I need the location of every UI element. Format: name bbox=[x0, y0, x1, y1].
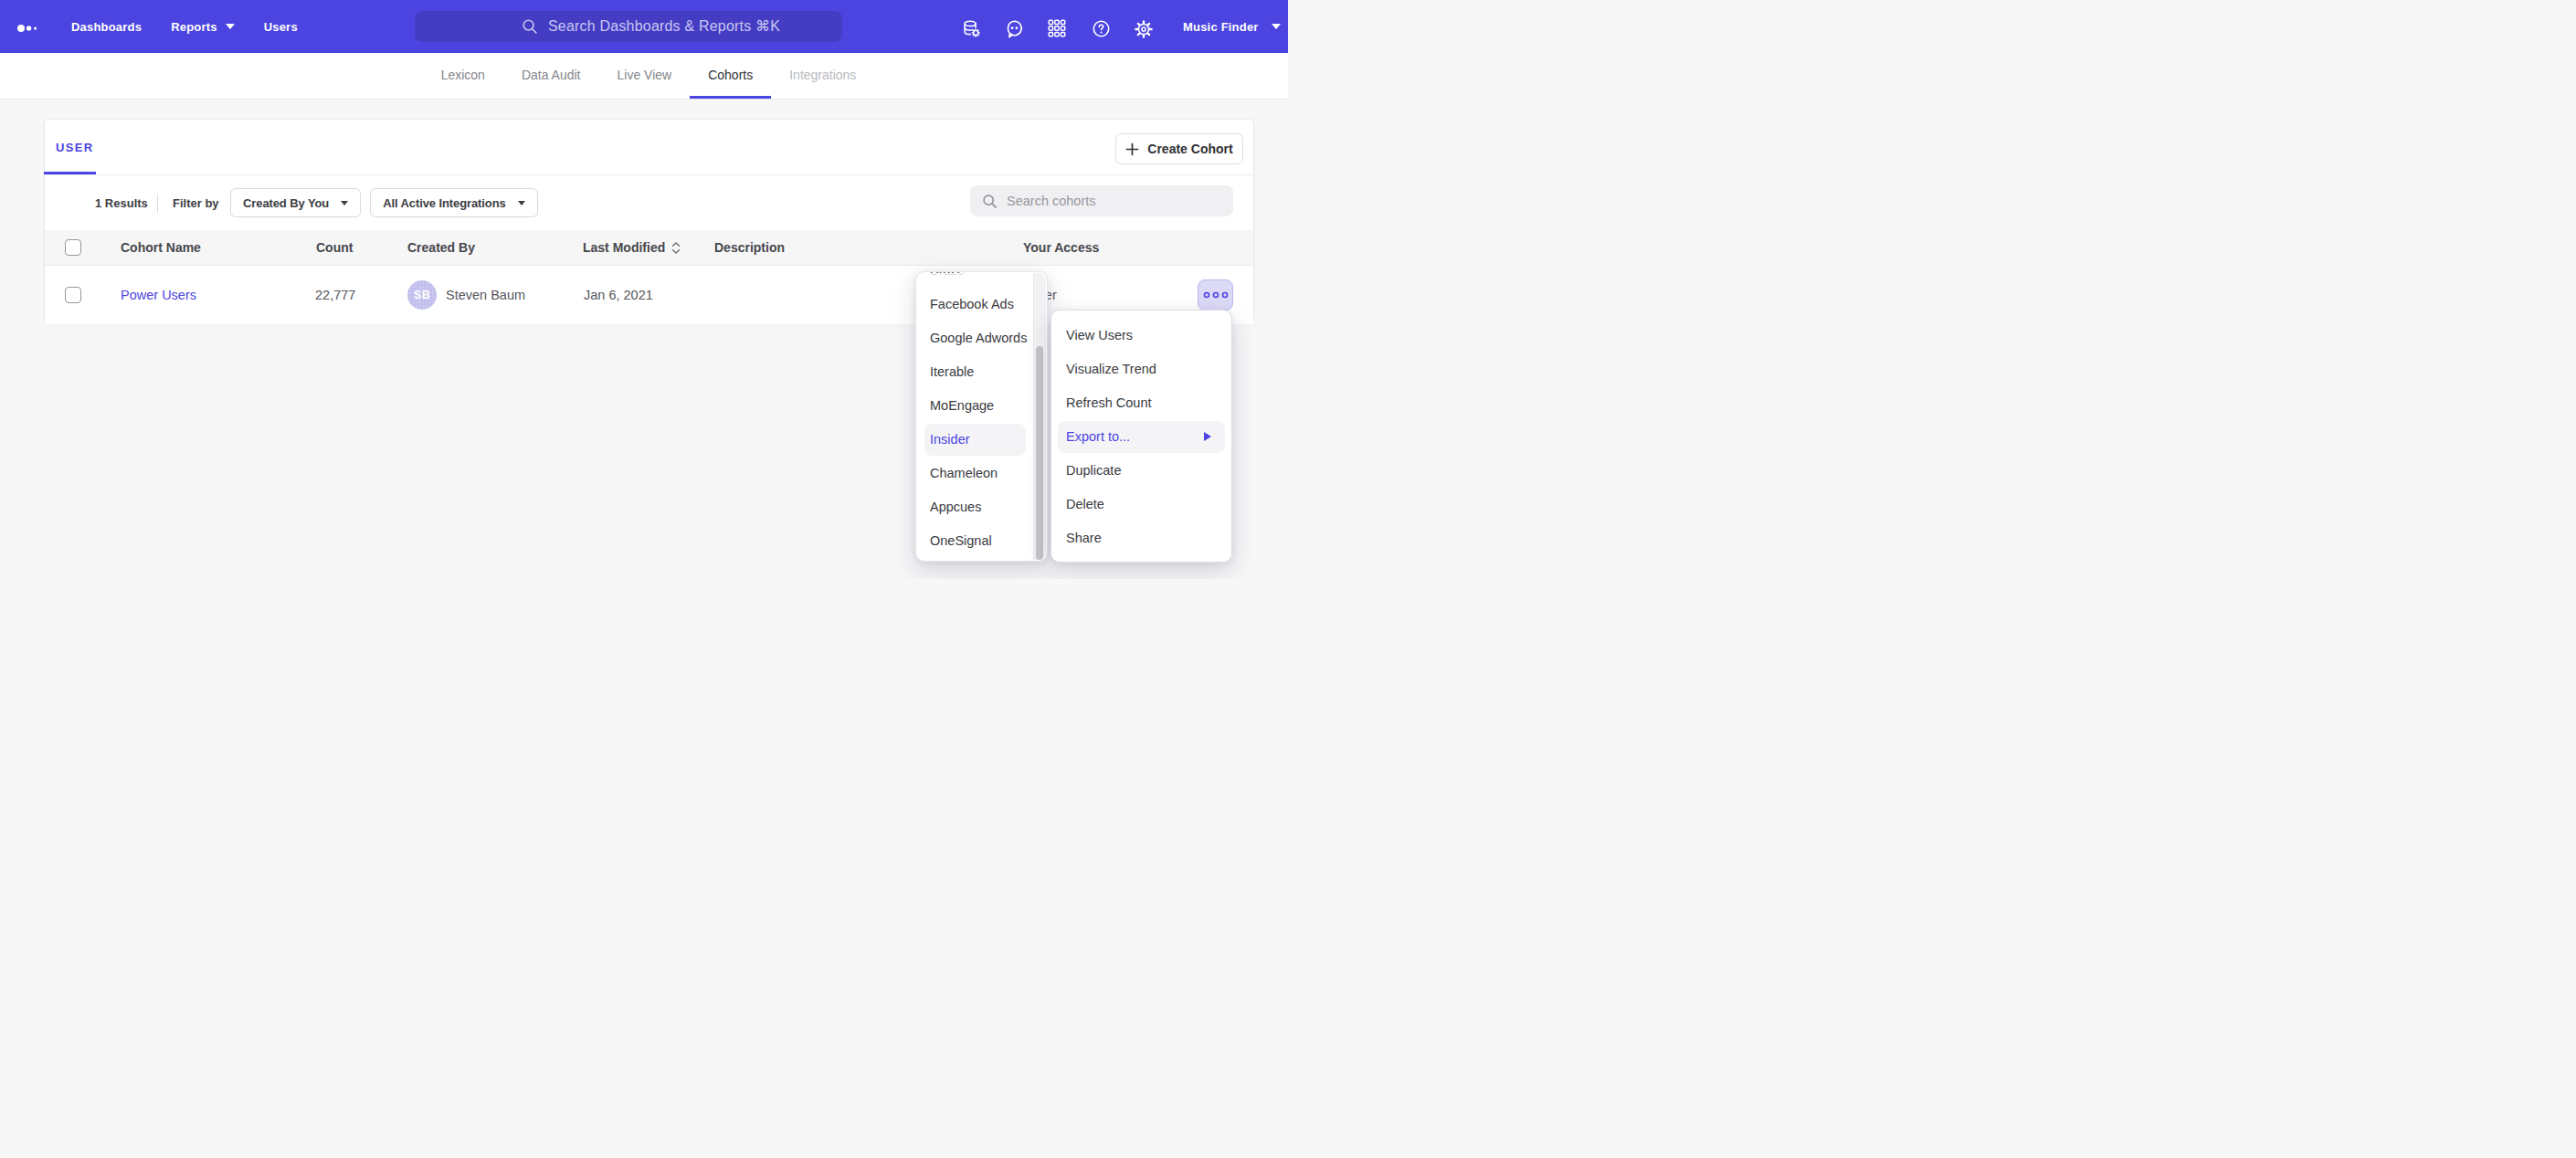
tab-user-cohorts[interactable]: USER bbox=[56, 120, 93, 174]
submenu-item[interactable]: Chameleon bbox=[916, 457, 1047, 490]
integrations-filter-dropdown[interactable]: All Active Integrations bbox=[370, 188, 537, 217]
tab[interactable]: Live View bbox=[599, 53, 691, 99]
results-count: 1 Results bbox=[95, 196, 148, 210]
ellipsis-icon bbox=[1203, 291, 1229, 299]
search-icon bbox=[522, 18, 538, 35]
nav-item[interactable]: Users bbox=[264, 20, 298, 34]
chevron-down-icon bbox=[226, 24, 235, 29]
tab[interactable]: Integrations bbox=[771, 53, 874, 99]
context-menu-item[interactable]: Share bbox=[1051, 521, 1231, 555]
submenu-item[interactable]: Iterable bbox=[916, 355, 1047, 389]
cohorts-card: USER Create Cohort 1 Results Filter by C… bbox=[44, 119, 1254, 323]
sort-icon bbox=[671, 242, 681, 254]
apps-grid-icon[interactable] bbox=[1048, 19, 1066, 37]
tab[interactable]: Data Audit bbox=[503, 53, 599, 99]
data-settings-icon[interactable] bbox=[962, 19, 981, 38]
column-header-your-access: Your Access bbox=[1023, 230, 1099, 266]
column-header-description: Description bbox=[714, 230, 785, 266]
create-cohort-button[interactable]: Create Cohort bbox=[1115, 133, 1243, 164]
nav-item[interactable]: Reports bbox=[171, 20, 235, 34]
feedback-chat-icon[interactable] bbox=[1005, 19, 1024, 38]
submenu-item[interactable]: Insider bbox=[916, 423, 1047, 457]
chevron-down-icon bbox=[518, 201, 525, 205]
primary-nav: Dashboards Reports Users bbox=[71, 0, 298, 53]
chevron-down-icon bbox=[1272, 24, 1281, 29]
search-cohorts-input[interactable]: Search cohorts bbox=[970, 185, 1233, 216]
filter-by-label: Filter by bbox=[173, 196, 219, 210]
cohort-count: 22,777 bbox=[315, 266, 355, 324]
nav-item[interactable]: Dashboards bbox=[71, 20, 142, 34]
column-header-created-by: Created By bbox=[407, 230, 475, 266]
settings-gear-icon[interactable] bbox=[1134, 19, 1154, 39]
context-menu-item[interactable]: View Users bbox=[1051, 319, 1231, 353]
cohort-name-link[interactable]: Power Users bbox=[121, 266, 196, 324]
select-all-checkbox[interactable] bbox=[65, 239, 81, 256]
data-management-tabbar: Lexicon Data Audit Live View Cohorts Int… bbox=[0, 53, 1288, 100]
search-icon bbox=[982, 194, 998, 209]
tab[interactable]: Cohorts bbox=[690, 53, 771, 99]
submenu-scrollbar-track[interactable] bbox=[1033, 273, 1046, 560]
column-header-count: Count bbox=[316, 230, 353, 266]
submenu-item[interactable]: Google Adwords bbox=[916, 321, 1047, 355]
export-destination-submenu: Braze Facebook Ads Google Adwords Iterab… bbox=[915, 271, 1048, 562]
submenu-item[interactable]: Braze bbox=[916, 271, 1047, 288]
divider bbox=[157, 195, 158, 213]
submenu-scrollbar-thumb[interactable] bbox=[1036, 346, 1043, 560]
last-modified-date: Jan 6, 2021 bbox=[584, 266, 653, 324]
help-icon[interactable] bbox=[1092, 19, 1111, 38]
column-header-last-modified[interactable]: Last Modified bbox=[583, 230, 681, 266]
project-name: Music Finder bbox=[1183, 20, 1259, 34]
created-by-name: Steven Baum bbox=[446, 266, 525, 324]
filter-buttons: Created By You All Active Integrations bbox=[230, 188, 538, 217]
chevron-down-icon bbox=[341, 201, 348, 205]
context-menu-item[interactable]: Visualize Trend bbox=[1051, 353, 1231, 386]
submenu-arrow-icon bbox=[1204, 432, 1211, 441]
column-header-cohort-name: Cohort Name bbox=[121, 230, 201, 266]
context-menu-item[interactable]: Refresh Count bbox=[1051, 386, 1231, 420]
tab[interactable]: Lexicon bbox=[423, 53, 503, 99]
mixpanel-dots-logo[interactable] bbox=[13, 20, 40, 37]
submenu-item[interactable]: Appcues bbox=[916, 490, 1047, 524]
created-by-filter-dropdown[interactable]: Created By You bbox=[230, 188, 361, 217]
row-checkbox[interactable] bbox=[65, 287, 81, 303]
table-header: Cohort Name Count Created By Last Modifi… bbox=[45, 230, 1253, 266]
submenu-item[interactable]: OneSignal bbox=[916, 524, 1047, 558]
row-more-actions-button[interactable] bbox=[1198, 279, 1233, 311]
project-switcher[interactable]: Music Finder bbox=[1183, 0, 1281, 53]
global-search-input[interactable]: Search Dashboards & Reports ⌘K bbox=[415, 11, 842, 42]
plus-icon bbox=[1125, 142, 1139, 156]
context-menu-item[interactable]: Delete bbox=[1051, 488, 1231, 521]
global-search-placeholder: Search Dashboards & Reports ⌘K bbox=[548, 11, 780, 41]
submenu-item[interactable]: MoEngage bbox=[916, 389, 1047, 423]
submenu-item[interactable]: Facebook Ads bbox=[916, 288, 1047, 321]
context-menu-item[interactable]: Duplicate bbox=[1051, 454, 1231, 488]
divider bbox=[45, 174, 1253, 175]
context-menu-item[interactable]: Export to... bbox=[1051, 420, 1231, 454]
avatar: SB bbox=[407, 280, 437, 310]
top-navigation-bar: Dashboards Reports Users Search Dashboar… bbox=[0, 0, 1288, 53]
search-cohorts-placeholder: Search cohorts bbox=[1007, 194, 1096, 208]
row-context-menu: View Users Visualize Trend Refresh Count… bbox=[1050, 310, 1232, 563]
